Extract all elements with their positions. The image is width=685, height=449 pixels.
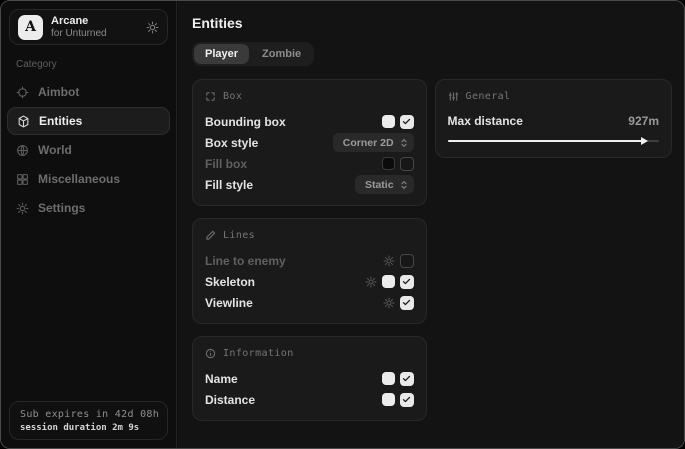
bounding-box-row: Bounding box: [205, 111, 414, 132]
bounding-box-checkbox[interactable]: [400, 115, 414, 129]
main-panel: Entities Player Zombie Box Bounding box: [178, 1, 684, 448]
sidebar-item-settings[interactable]: Settings: [1, 194, 176, 222]
scan-corners-icon: [205, 91, 216, 102]
crosshair-icon: [16, 86, 29, 99]
fill-box-row: Fill box: [205, 153, 414, 174]
lines-card: Lines Line to enemy Skeleton: [192, 218, 427, 324]
chevrons-up-down-icon: [399, 180, 409, 190]
sidebar-item-label: World: [38, 143, 72, 157]
fill-style-value: Static: [365, 179, 394, 191]
lines-card-header: Lines: [205, 230, 414, 241]
information-card-header: Information: [205, 348, 414, 359]
app-titles: Arcane for Unturned: [51, 15, 138, 39]
max-distance-label: Max distance: [448, 114, 523, 128]
sidebar-item-miscellaneous[interactable]: Miscellaneous: [1, 165, 176, 193]
grid-icon: [16, 173, 29, 186]
name-label: Name: [205, 372, 238, 386]
information-card-title: Information: [223, 348, 294, 359]
sidebar-item-label: Aimbot: [38, 85, 79, 99]
distance-color-swatch[interactable]: [382, 393, 395, 406]
chevrons-up-down-icon: [399, 138, 409, 148]
fill-box-checkbox[interactable]: [400, 157, 414, 171]
line-to-enemy-checkbox[interactable]: [400, 254, 414, 268]
skeleton-label: Skeleton: [205, 275, 255, 289]
bounding-box-label: Bounding box: [205, 115, 286, 129]
viewline-gear-icon[interactable]: [383, 297, 395, 309]
sidebar-item-aimbot[interactable]: Aimbot: [1, 78, 176, 106]
gear-icon: [16, 202, 29, 215]
app-name: Arcane: [51, 15, 138, 28]
lines-card-title: Lines: [223, 230, 255, 241]
session-duration-text: session duration 2m 9s: [20, 423, 157, 433]
line-to-enemy-row: Line to enemy: [205, 250, 414, 271]
tab-zombie[interactable]: Zombie: [251, 44, 312, 64]
entity-tabs: Player Zombie: [192, 42, 314, 66]
fill-box-label: Fill box: [205, 157, 247, 171]
sidebar-item-world[interactable]: World: [1, 136, 176, 164]
sidebar-nav: Aimbot Entities World Miscellaneous: [1, 78, 176, 222]
info-icon: [205, 348, 216, 359]
name-color-swatch[interactable]: [382, 372, 395, 385]
skeleton-gear-icon[interactable]: [365, 276, 377, 288]
cube-icon: [17, 115, 30, 128]
sidebar-item-entities[interactable]: Entities: [7, 107, 170, 135]
page-title: Entities: [192, 15, 672, 31]
app-logo: A: [18, 15, 43, 40]
box-card-header: Box: [205, 91, 414, 102]
fill-box-color-swatch[interactable]: [382, 157, 395, 170]
settings-gear-icon[interactable]: [146, 21, 159, 34]
sliders-icon: [448, 91, 459, 102]
line-to-enemy-gear-icon[interactable]: [383, 255, 395, 267]
app-window: A Arcane for Unturned Category Aimbot: [0, 0, 685, 449]
viewline-label: Viewline: [205, 296, 253, 310]
skeleton-color-swatch[interactable]: [382, 275, 395, 288]
globe-icon: [16, 144, 29, 157]
line-to-enemy-label: Line to enemy: [205, 254, 286, 268]
tab-player[interactable]: Player: [194, 44, 249, 64]
box-style-dropdown[interactable]: Corner 2D: [333, 133, 414, 152]
viewline-row: Viewline: [205, 292, 414, 313]
sidebar-item-label: Entities: [39, 114, 82, 128]
general-card-header: General: [448, 91, 659, 102]
box-style-label: Box style: [205, 136, 258, 150]
app-header: A Arcane for Unturned: [9, 9, 168, 45]
viewline-checkbox[interactable]: [400, 296, 414, 310]
sub-expiry-text: Sub expires in 42d 08h: [20, 409, 157, 420]
box-card-title: Box: [223, 91, 242, 102]
skeleton-checkbox[interactable]: [400, 275, 414, 289]
left-column: Box Bounding box Box style: [192, 79, 427, 421]
box-style-value: Corner 2D: [343, 137, 394, 149]
fill-style-dropdown[interactable]: Static: [355, 175, 414, 194]
pencil-line-icon: [205, 230, 216, 241]
content-area: Box Bounding box Box style: [192, 79, 672, 421]
name-checkbox[interactable]: [400, 372, 414, 386]
subscription-status: Sub expires in 42d 08h session duration …: [9, 401, 168, 440]
box-card: Box Bounding box Box style: [192, 79, 427, 206]
category-label: Category: [16, 59, 176, 70]
name-row: Name: [205, 368, 414, 389]
right-column: General Max distance 927m: [435, 79, 672, 158]
app-subtitle: for Unturned: [51, 28, 138, 40]
box-style-row: Box style Corner 2D: [205, 132, 414, 153]
information-card: Information Name Distance: [192, 336, 427, 421]
general-card-title: General: [466, 91, 511, 102]
max-distance-row: Max distance 927m: [448, 111, 659, 131]
distance-label: Distance: [205, 393, 255, 407]
fill-style-row: Fill style Static: [205, 174, 414, 195]
slider-thumb[interactable]: [641, 137, 648, 145]
slider-fill: [448, 140, 643, 142]
sidebar-item-label: Settings: [38, 201, 85, 215]
max-distance-value: 927m: [628, 114, 659, 128]
bounding-box-color-swatch[interactable]: [382, 115, 395, 128]
sidebar: A Arcane for Unturned Category Aimbot: [1, 1, 177, 448]
max-distance-slider[interactable]: [448, 135, 659, 147]
general-card: General Max distance 927m: [435, 79, 672, 158]
skeleton-row: Skeleton: [205, 271, 414, 292]
fill-style-label: Fill style: [205, 178, 253, 192]
sidebar-item-label: Miscellaneous: [38, 172, 120, 186]
distance-row: Distance: [205, 389, 414, 410]
distance-checkbox[interactable]: [400, 393, 414, 407]
